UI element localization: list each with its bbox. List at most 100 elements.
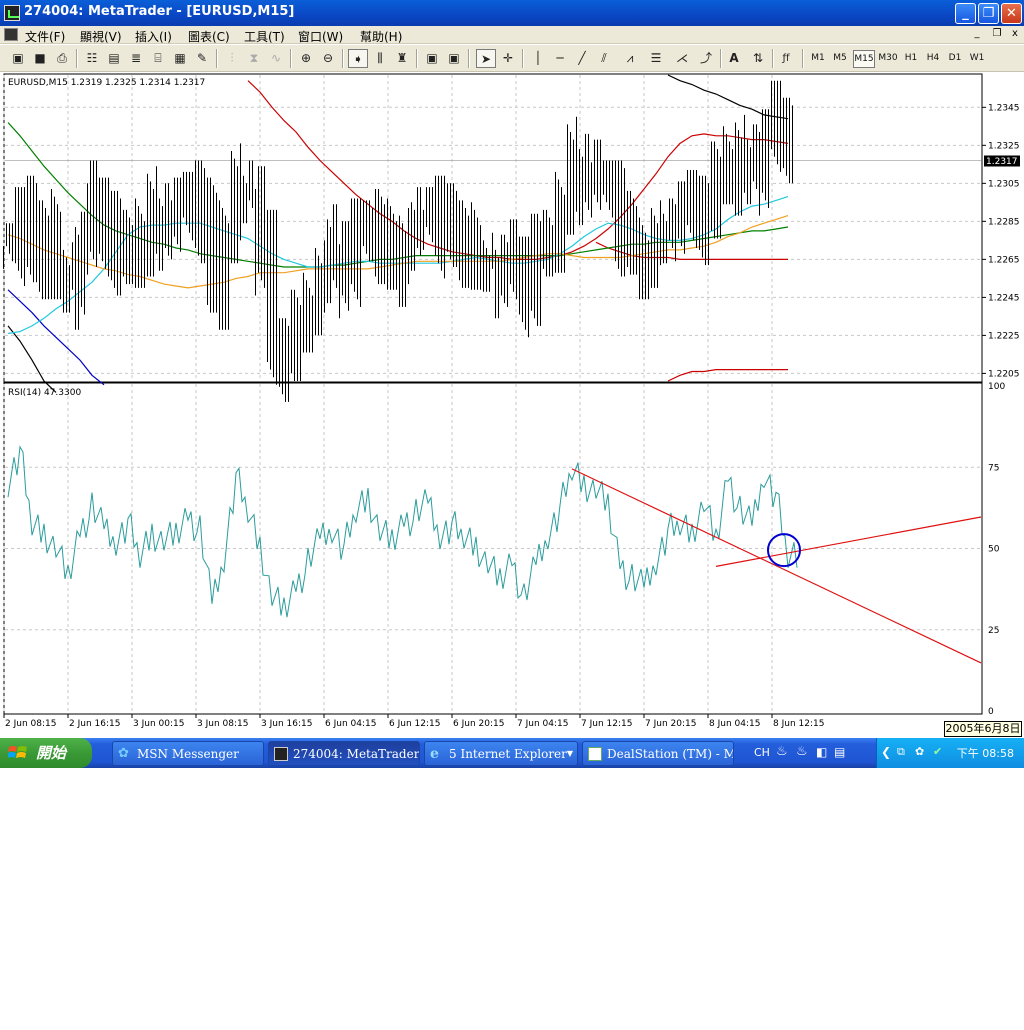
system-tray: ❮ ⧉ ✿ ✔ 下午 08:58	[876, 738, 1024, 768]
time-tick-label: 8 Jun 12:15	[773, 719, 824, 729]
market-watch-icon[interactable]: ☷	[82, 49, 102, 68]
metatrader-app-icon[interactable]	[4, 5, 20, 21]
function-tool-icon[interactable]: ƒf	[776, 49, 796, 68]
svg-text:1.2317: 1.2317	[986, 157, 1018, 167]
timeframe-m30-button[interactable]: M30	[877, 50, 899, 68]
expert-advisors-icon[interactable]: ✎	[192, 49, 212, 68]
bar-chart-icon[interactable]: ⫶	[222, 49, 242, 68]
chart-canvas[interactable]: 1.2345 1.2325 1.2305 1.2285 1.2265 1.2245 1.22…	[0, 72, 1024, 740]
current-price-tag: 1.2317	[984, 155, 1020, 167]
ime-icon[interactable]: ♨	[776, 744, 788, 759]
crosshair-icon[interactable]: ✛	[498, 49, 518, 68]
timeframe-m5-button[interactable]: M5	[830, 50, 850, 68]
chart-shift-icon[interactable]: ⫼	[370, 49, 390, 68]
mdi-restore-button[interactable]: ❐	[990, 28, 1004, 41]
price-tick-label: 1.2285	[988, 217, 1020, 227]
time-tick-label: 3 Jun 08:15	[197, 719, 248, 729]
price-tick-label: 1.2345	[988, 103, 1020, 113]
indicators-icon[interactable]: ♜	[392, 49, 412, 68]
data-window-icon[interactable]: ▤	[104, 49, 124, 68]
chart-window-icon[interactable]	[4, 28, 18, 41]
start-button[interactable]: 開始	[0, 738, 92, 768]
period-icon[interactable]: ▣	[422, 49, 442, 68]
price-tick-label: 1.2225	[988, 331, 1020, 341]
taskbar: 開始 ✿ MSN Messenger 274004: MetaTrader - …	[0, 738, 1024, 768]
rsi-tick-label: 100	[988, 382, 1005, 392]
metatrader-task-icon	[274, 747, 288, 761]
timeframe-h1-button[interactable]: H1	[901, 50, 921, 68]
equidistant-channel-icon[interactable]: ⫽	[594, 49, 614, 68]
ime-menu-icon[interactable]: ▤	[834, 745, 845, 759]
menu-file[interactable]: 文件(F)	[25, 28, 65, 45]
rsi-tick-label: 50	[988, 545, 1000, 555]
time-tick-label: 6 Jun 12:15	[389, 719, 440, 729]
input-language-indicator[interactable]: CH	[754, 746, 770, 759]
mdi-minimize-button[interactable]: _	[970, 28, 984, 41]
time-tick-label: 3 Jun 00:15	[133, 719, 184, 729]
timeframe-w1-button[interactable]: W1	[967, 50, 987, 68]
ime-width-icon[interactable]: ◧	[816, 745, 827, 759]
task-metatrader[interactable]: 274004: MetaTrader - ...	[268, 741, 420, 766]
navigator-icon[interactable]: ≣	[126, 49, 146, 68]
new-chart-icon[interactable]: ▣	[8, 49, 28, 68]
msn-icon: ✿	[118, 746, 129, 761]
cursor-icon[interactable]: ➤	[476, 49, 496, 68]
templates-icon[interactable]: ▣	[444, 49, 464, 68]
windows-flag-icon	[8, 746, 27, 758]
group-dropdown-icon[interactable]: ▼	[567, 742, 573, 765]
chart-window[interactable]: 1.2345 1.2325 1.2305 1.2285 1.2265 1.2245 1.22…	[0, 72, 1024, 740]
ime-mode-icon[interactable]: ♨	[796, 744, 808, 759]
timeframe-m1-button[interactable]: M1	[808, 50, 828, 68]
zoom-in-icon[interactable]: ⊕	[296, 49, 316, 68]
timeframe-d1-button[interactable]: D1	[945, 50, 965, 68]
minimize-button[interactable]: _	[955, 3, 976, 24]
gann-fan-icon[interactable]: ⩘	[620, 49, 640, 68]
network-icon[interactable]: ⧉	[897, 745, 905, 759]
task-dealstation[interactable]: DealStation (TM) - M...	[582, 741, 734, 766]
maximize-button[interactable]: ❐	[978, 3, 999, 24]
arrows-tool-icon[interactable]: ⇅	[748, 49, 768, 68]
security-tray-icon[interactable]: ✔	[933, 745, 942, 758]
fibonacci-icon[interactable]: ☰	[646, 49, 666, 68]
rsi-tick-label: 75	[988, 463, 999, 473]
menu-chart[interactable]: 圖表(C)	[188, 28, 230, 45]
options-icon[interactable]: ▦	[170, 49, 190, 68]
trendline-icon[interactable]: ╱	[572, 49, 592, 68]
timeframe-h4-button[interactable]: H4	[923, 50, 943, 68]
tray-expand-icon[interactable]: ❮	[881, 745, 891, 759]
menu-view[interactable]: 顯視(V)	[80, 28, 122, 45]
title-bar[interactable]: 274004: MetaTrader - [EURUSD,M15] _ ❐ ✕	[0, 0, 1024, 26]
menu-tools[interactable]: 工具(T)	[244, 28, 285, 45]
rsi-label: RSI(14) 47.3300	[8, 388, 81, 398]
task-internet-explorer[interactable]: e 5 Internet Explorer ▼	[424, 741, 578, 766]
pitchfork-icon[interactable]: ⋌	[672, 49, 692, 68]
close-button[interactable]: ✕	[1001, 3, 1022, 24]
vertical-line-icon[interactable]: │	[528, 49, 548, 68]
rsi-tick-label: 0	[988, 707, 994, 717]
mdi-close-button[interactable]: x	[1008, 28, 1022, 41]
timeframe-m15-button[interactable]: M15	[853, 50, 875, 68]
price-tick-label: 1.2245	[988, 293, 1020, 303]
line-chart-icon[interactable]: ∿	[266, 49, 286, 68]
horizontal-line-icon[interactable]: ─	[550, 49, 570, 68]
menu-insert[interactable]: 插入(I)	[135, 28, 172, 45]
save-icon[interactable]: ■	[30, 49, 50, 68]
menu-help[interactable]: 幫助(H)	[360, 28, 402, 45]
task-msn-messenger[interactable]: ✿ MSN Messenger	[112, 741, 264, 766]
menu-window[interactable]: 窗口(W)	[298, 28, 343, 45]
auto-scroll-icon[interactable]: ➧	[348, 49, 368, 68]
price-tick-label: 1.2305	[988, 179, 1020, 189]
time-tick-label: 7 Jun 04:15	[517, 719, 568, 729]
zoom-out-icon[interactable]: ⊖	[318, 49, 338, 68]
print-icon[interactable]: ⎙	[52, 49, 72, 68]
terminal-icon[interactable]: ⌸	[148, 49, 168, 68]
arrow-tool-icon[interactable]: ⤴	[696, 49, 716, 68]
candlestick-icon[interactable]: ⧗	[244, 49, 264, 68]
messenger-tray-icon[interactable]: ✿	[915, 745, 924, 758]
time-tick-label: 6 Jun 20:15	[453, 719, 504, 729]
time-tick-label: 2 Jun 16:15	[69, 719, 120, 729]
text-tool-icon[interactable]: A	[724, 49, 744, 68]
internet-explorer-icon: e	[430, 746, 439, 762]
time-tick-label: 8 Jun 04:15	[709, 719, 760, 729]
clock[interactable]: 下午 08:58	[957, 745, 1014, 761]
